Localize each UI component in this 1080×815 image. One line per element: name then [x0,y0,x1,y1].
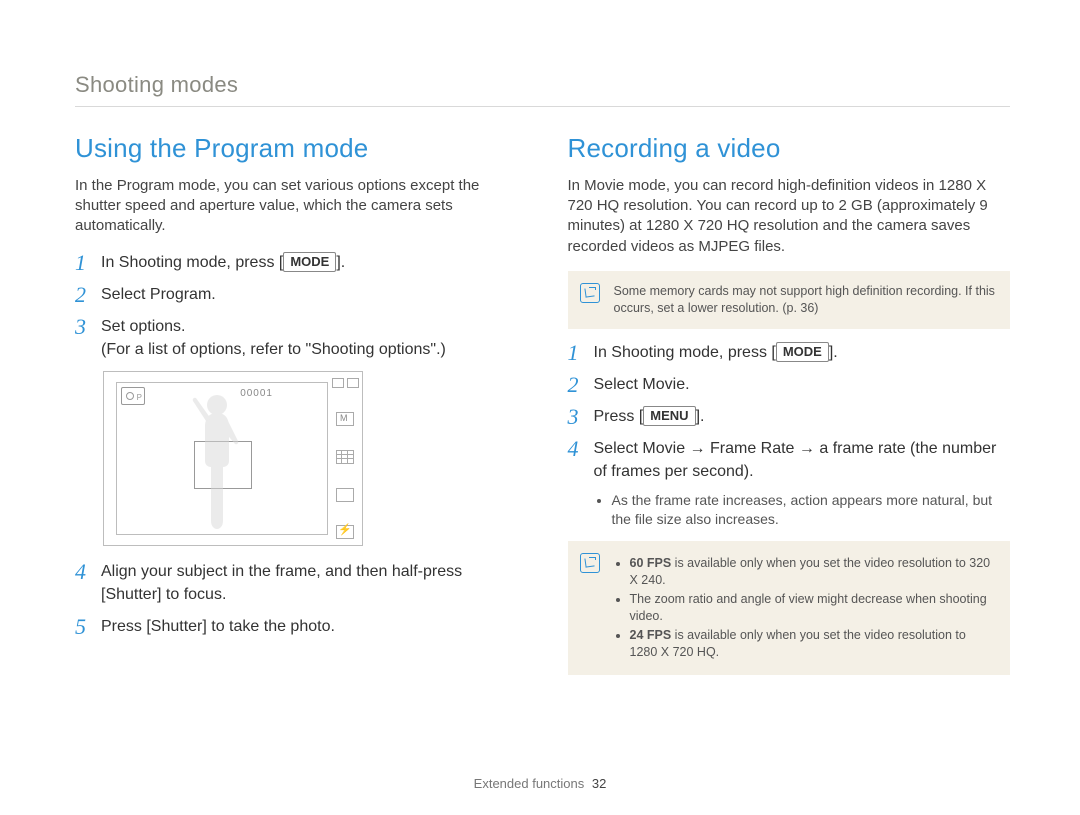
step-number: 3 [568,405,594,429]
right-column: Recording a video In Movie mode, you can… [568,131,1011,687]
note-icon [580,553,600,573]
footer-section-label: Extended functions [474,776,585,791]
step-number: 2 [75,283,101,307]
step-number: 4 [75,560,101,584]
chapter-title: Shooting modes [75,70,1010,107]
section-title-recording-video: Recording a video [568,131,1011,166]
mode-keycap: MODE [283,252,336,272]
note-frame-rate-availability: 60 FPS is available only when you set th… [568,541,1011,674]
step-1: 1 In Shooting mode, press [MODE]. [75,251,518,275]
camera-lcd-illustration: 00001 [103,371,363,546]
step-5: 5 Press [Shutter] to take the photo. [75,615,518,639]
menu-keycap: MENU [643,406,695,426]
program-mode-steps: 1 In Shooting mode, press [MODE]. 2 Sele… [75,251,518,362]
step-4: 4 Select Movie → Frame Rate → a frame ra… [568,437,1011,483]
note-list: 60 FPS is available only when you set th… [614,555,997,660]
page-number: 32 [592,776,606,791]
step-text: Press [MENU]. [594,405,1011,428]
step-3: 3 Press [MENU]. [568,405,1011,429]
manual-page: Shooting modes Using the Program mode In… [0,0,1080,815]
mode-keycap: MODE [776,342,829,362]
step-number: 5 [75,615,101,639]
step-2: 2 Select Program. [75,283,518,307]
step-4: 4 Align your subject in the frame, and t… [75,560,518,606]
iso-icon [336,488,354,502]
step-number: 1 [568,341,594,365]
lcd-right-icons [334,378,356,539]
note-zoom-ratio: The zoom ratio and angle of view might d… [630,591,997,625]
battery-icon [332,378,344,388]
step-text: Select Program. [101,283,518,306]
note-60fps: 60 FPS is available only when you set th… [630,555,997,589]
recording-video-steps: 1 In Shooting mode, press [MODE]. 2 Sele… [568,341,1011,484]
frame-rate-note: As the frame rate increases, action appe… [612,491,1011,529]
card-icon [347,378,359,388]
section-title-program-mode: Using the Program mode [75,131,518,166]
program-mode-steps-continued: 4 Align your subject in the frame, and t… [75,560,518,639]
step-text: Press [Shutter] to take the photo. [101,615,518,638]
step-2: 2 Select Movie. [568,373,1011,397]
flash-auto-icon [336,525,354,539]
program-mode-intro: In the Program mode, you can set various… [75,176,518,237]
step-text: In Shooting mode, press [MODE]. [594,341,1011,364]
step-4-sub-bullets: As the frame rate increases, action appe… [612,491,1011,529]
step-1: 1 In Shooting mode, press [MODE]. [568,341,1011,365]
note-icon [580,283,600,303]
step-number: 3 [75,315,101,339]
step-3: 3 Set options. (For a list of options, r… [75,315,518,361]
lcd-viewfinder: 00001 [116,382,328,535]
recording-video-intro: In Movie mode, you can record high-defin… [568,176,1011,257]
quality-icon [336,450,354,464]
step-text: Select Movie → Frame Rate → a frame rate… [594,437,1011,483]
step-text: In Shooting mode, press [MODE]. [101,251,518,274]
step-number: 4 [568,437,594,461]
program-mode-icon [121,387,145,405]
left-column: Using the Program mode In the Program mo… [75,131,518,687]
size-m-icon [336,412,354,426]
note-text: Some memory cards may not support high d… [614,284,995,315]
subject-silhouette-icon [187,391,247,536]
step-text: Set options. (For a list of options, ref… [101,315,518,361]
note-memory-card: Some memory cards may not support high d… [568,271,1011,329]
lcd-topbar-icons [332,378,359,388]
note-24fps: 24 FPS is available only when you set th… [630,627,997,661]
step-number: 1 [75,251,101,275]
page-footer: Extended functions 32 [0,775,1080,793]
step-text: Select Movie. [594,373,1011,396]
step-text: Align your subject in the frame, and the… [101,560,518,606]
two-column-layout: Using the Program mode In the Program mo… [75,131,1010,687]
step-number: 2 [568,373,594,397]
